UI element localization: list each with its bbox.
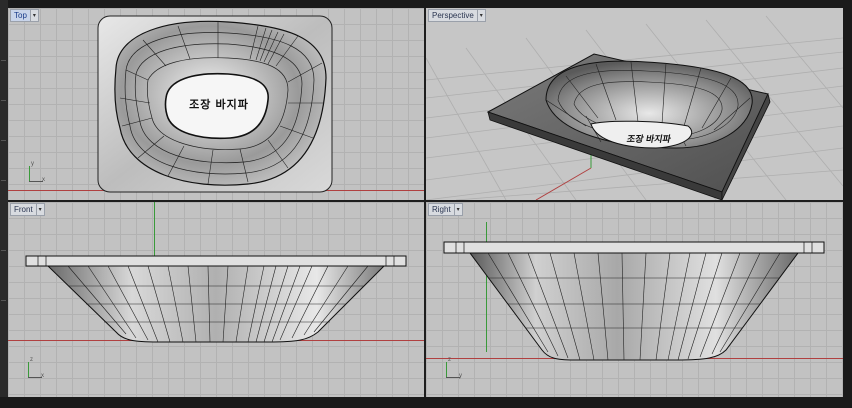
viewport-menu-arrow-icon[interactable]: ▾ (36, 203, 45, 216)
left-toolbar-strip (0, 0, 8, 408)
perspective-viewport[interactable]: 조장 바지파 Perspective ▾ (426, 8, 843, 200)
top-engraving-text: 조장 바지파 (189, 99, 249, 111)
axis-z-glyph: z (30, 357, 33, 363)
viewport-menu-arrow-icon[interactable]: ▾ (454, 203, 463, 216)
perspective-grid (426, 15, 843, 200)
window-top-strip (0, 0, 852, 8)
axis-y-glyph: y (31, 161, 34, 167)
viewport-menu-arrow-icon[interactable]: ▾ (30, 9, 39, 22)
status-strip (0, 397, 852, 408)
axis-x-glyph: x (41, 373, 44, 379)
front-view-model (25, 255, 407, 343)
front-viewport-tab[interactable]: Front ▾ (10, 203, 45, 216)
top-axis-y-icon (29, 166, 30, 182)
axis-x-glyph: x (42, 177, 45, 183)
perspective-viewport-label[interactable]: Perspective (428, 9, 478, 22)
right-axis-z-icon (446, 362, 447, 378)
axis-y-glyph: y (459, 373, 462, 379)
perspective-engraving-text: 조장 바지파 (626, 134, 672, 144)
right-strip (843, 0, 852, 408)
front-axis-z-icon (28, 362, 29, 378)
right-axis-y-icon (446, 377, 460, 378)
viewport-menu-arrow-icon[interactable]: ▾ (477, 9, 486, 22)
front-viewport-label[interactable]: Front (10, 203, 37, 216)
top-viewport-label[interactable]: Top (10, 9, 31, 22)
front-viewport[interactable]: Front ▾ z x (8, 202, 424, 397)
top-viewport[interactable]: Top ▾ 조장 바지파 y x (8, 8, 424, 200)
top-axis-x-icon (29, 181, 43, 182)
top-viewport-tab[interactable]: Top ▾ (10, 9, 39, 22)
axis-z-glyph: z (448, 357, 451, 363)
right-viewport-label[interactable]: Right (428, 203, 455, 216)
right-viewport[interactable]: Right ▾ z y (426, 202, 843, 397)
front-axis-x-icon (28, 377, 42, 378)
right-viewport-tab[interactable]: Right ▾ (428, 203, 463, 216)
perspective-viewport-tab[interactable]: Perspective ▾ (428, 9, 486, 22)
right-view-model (443, 241, 825, 361)
